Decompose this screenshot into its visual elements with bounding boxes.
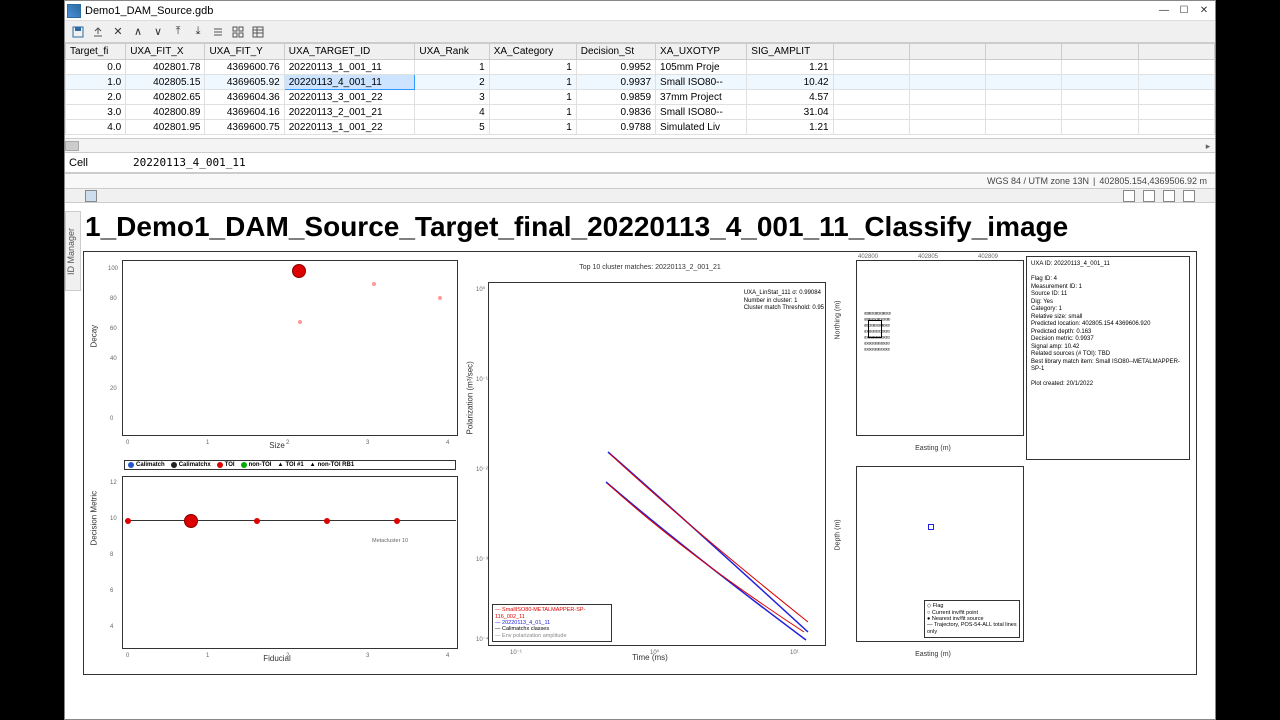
list-icon[interactable] bbox=[209, 23, 227, 41]
polar-ylabel: Polarization (m³/sec) bbox=[466, 361, 475, 434]
decay-point bbox=[438, 296, 442, 300]
decay-point bbox=[372, 282, 376, 286]
decision-point-sel bbox=[184, 514, 198, 528]
flag-legend: ◇ Flag ○ Current inv/fit point ● Nearest… bbox=[924, 600, 1020, 638]
col-header[interactable]: UXA_FIT_X bbox=[126, 44, 205, 60]
crs-label: WGS 84 / UTM zone 13N bbox=[987, 176, 1089, 186]
up-icon[interactable]: ∧ bbox=[129, 23, 147, 41]
decision-point bbox=[324, 518, 330, 524]
col-header[interactable]: UXA_TARGET_ID bbox=[284, 44, 415, 60]
decay-point-main bbox=[292, 264, 306, 278]
map-scatter: ᵒᵒᵒᵒᵒᵒᵒ ᵒᵒᵒᵒᵒ ᵒᵒᵒᵒᵒ ᵒᵒᵒᵒᵒᵒᵒ ᵒᵒᵒ ᵒᵒᵒᵒ ᵒᵒᵒ… bbox=[864, 312, 1018, 422]
polar-legend: — SmallISO80-METALMAPPER-SP-116_002_11 —… bbox=[492, 604, 612, 642]
tool-sq-4[interactable] bbox=[1163, 190, 1175, 202]
decay-plot: Decay Size 100 80 60 40 20 0 0 1 2 3 4 bbox=[92, 256, 462, 450]
window-title: Demo1_DAM_Source.gdb bbox=[85, 5, 1155, 17]
data-table[interactable]: Target_fiUXA_FIT_XUXA_FIT_YUXA_TARGET_ID… bbox=[65, 43, 1215, 139]
maximize-button[interactable]: ☐ bbox=[1175, 4, 1193, 18]
col-header[interactable]: UXA_Rank bbox=[415, 44, 489, 60]
minimize-button[interactable]: — bbox=[1155, 4, 1173, 18]
depth-xlabel: Easting (m) bbox=[915, 651, 951, 658]
sidebar-tab[interactable]: ID Manager bbox=[65, 211, 81, 291]
close-button[interactable]: ✕ bbox=[1195, 4, 1213, 18]
export-icon[interactable] bbox=[89, 23, 107, 41]
decision-plot: Calimatch Calimatchx TOI non-TOI ▲TOI #1… bbox=[92, 458, 462, 663]
chart-panel: Decay Size 100 80 60 40 20 0 0 1 2 3 4 C… bbox=[83, 251, 1197, 675]
decision-ylabel: Decision Metric bbox=[90, 490, 99, 545]
col-header[interactable]: SIG_AMPLIT bbox=[747, 44, 833, 60]
main-window: Demo1_DAM_Source.gdb — ☐ ✕ ✕ ∧ ∨ ⤒ ⤓ Tar… bbox=[64, 0, 1216, 720]
table-icon[interactable] bbox=[249, 23, 267, 41]
tool-sq-3[interactable] bbox=[1143, 190, 1155, 202]
titlebar: Demo1_DAM_Source.gdb — ☐ ✕ bbox=[65, 1, 1215, 21]
cell-value: 20220113_4_001_11 bbox=[125, 156, 246, 169]
tool-sq-1[interactable] bbox=[85, 190, 97, 202]
chart-title: 1_Demo1_DAM_Source_Target_final_20220113… bbox=[65, 203, 1215, 247]
col-header[interactable]: XA_Category bbox=[489, 44, 576, 60]
col-header[interactable]: XA_UXOTYP bbox=[656, 44, 747, 60]
map-xlabel: Easting (m) bbox=[915, 445, 951, 452]
app-icon bbox=[67, 4, 81, 18]
toolbar: ✕ ∧ ∨ ⤒ ⤓ bbox=[65, 21, 1215, 43]
table-row[interactable]: 3.0402800.894369604.1620220113_2_001_214… bbox=[66, 105, 1215, 120]
polar-curves bbox=[488, 282, 826, 646]
secondary-toolbar bbox=[65, 189, 1215, 203]
decision-point bbox=[394, 518, 400, 524]
table-row[interactable]: 1.0402805.154369605.9220220113_4_001_112… bbox=[66, 75, 1215, 90]
depth-plot: Depth (m) Easting (m) ◇ Flag ○ Current i… bbox=[838, 462, 1028, 662]
map-selection-box bbox=[868, 320, 882, 338]
scroll-thumb[interactable] bbox=[65, 141, 79, 151]
col-header[interactable]: UXA_FIT_Y bbox=[205, 44, 284, 60]
table-row[interactable]: 0.0402801.784369600.7620220113_1_001_111… bbox=[66, 60, 1215, 75]
decay-point bbox=[298, 320, 302, 324]
table-row[interactable]: 4.0402801.954369600.7520220113_1_001_225… bbox=[66, 120, 1215, 135]
table-row[interactable]: 2.0402802.654369604.3620220113_3_001_223… bbox=[66, 90, 1215, 105]
depth-point bbox=[928, 524, 934, 530]
col-header[interactable]: Decision_St bbox=[576, 44, 655, 60]
coords-label: 402805.154,4369506.92 m bbox=[1099, 176, 1207, 186]
down-icon[interactable]: ∨ bbox=[149, 23, 167, 41]
bottom-icon[interactable]: ⤓ bbox=[189, 23, 207, 41]
decision-point bbox=[254, 518, 260, 524]
decay-ylabel: Decay bbox=[90, 325, 99, 348]
scroll-right-icon[interactable]: ▸ bbox=[1201, 139, 1215, 153]
grid-icon[interactable] bbox=[229, 23, 247, 41]
decision-annot: Metacluster 10 bbox=[372, 538, 408, 544]
depth-ylabel: Depth (m) bbox=[835, 519, 842, 550]
map-plot: Northing (m) Easting (m) ᵒᵒᵒᵒᵒᵒᵒ ᵒᵒᵒᵒᵒ ᵒ… bbox=[838, 256, 1028, 456]
polar-title: Top 10 cluster matches: 20220113_2_001_2… bbox=[579, 264, 721, 271]
status-bar: WGS 84 / UTM zone 13N | 402805.154,43695… bbox=[65, 173, 1215, 189]
map-ylabel: Northing (m) bbox=[835, 301, 842, 340]
decision-point bbox=[125, 518, 131, 524]
decision-legend: Calimatch Calimatchx TOI non-TOI ▲TOI #1… bbox=[124, 460, 456, 470]
cell-display: Cell 20220113_4_001_11 bbox=[65, 153, 1215, 173]
tool-sq-5[interactable] bbox=[1183, 190, 1195, 202]
save-icon[interactable] bbox=[69, 23, 87, 41]
col-header[interactable]: Target_fi bbox=[66, 44, 126, 60]
cell-label: Cell bbox=[65, 157, 125, 169]
polarization-plot: Top 10 cluster matches: 20220113_2_001_2… bbox=[470, 256, 830, 664]
pin-icon[interactable]: ✕ bbox=[109, 23, 127, 41]
top-icon[interactable]: ⤒ bbox=[169, 23, 187, 41]
h-scrollbar[interactable]: ▸ bbox=[65, 139, 1215, 153]
info-panel: UXA ID: 20220113_4_001_11 Flag ID: 4 Mea… bbox=[1026, 256, 1190, 460]
decay-xlabel: Size bbox=[269, 441, 285, 450]
tool-sq-2[interactable] bbox=[1123, 190, 1135, 202]
